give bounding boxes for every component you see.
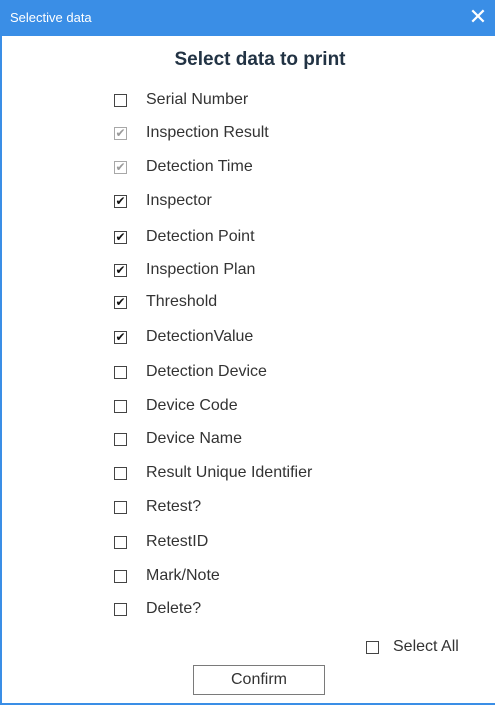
checkbox[interactable]: ✔ xyxy=(114,230,127,244)
checkbox[interactable]: ✔ xyxy=(114,330,127,344)
option-detection-time[interactable]: ✔ Detection Time xyxy=(114,156,253,178)
option-label: Mark/Note xyxy=(146,567,220,584)
close-icon[interactable]: ✕ xyxy=(467,4,489,30)
checkbox[interactable] xyxy=(114,466,127,480)
checkbox[interactable]: ✔ xyxy=(114,263,127,277)
option-label: Threshold xyxy=(146,293,218,310)
option-label: Detection Device xyxy=(146,363,267,380)
option-result-unique-identifier[interactable]: Result Unique Identifier xyxy=(114,462,312,484)
select-all-label: Select All xyxy=(393,638,459,655)
option-inspector[interactable]: ✔ Inspector xyxy=(114,190,212,212)
option-label: Inspection Result xyxy=(146,124,269,141)
option-label: Device Code xyxy=(146,397,238,414)
option-retest[interactable]: Retest? xyxy=(114,496,201,518)
option-label: Retest? xyxy=(146,498,202,515)
option-device-code[interactable]: Device Code xyxy=(114,395,238,417)
select-all-checkbox[interactable] xyxy=(366,640,379,654)
option-detection-device[interactable]: Detection Device xyxy=(114,361,267,383)
option-detection-value[interactable]: ✔ DetectionValue xyxy=(114,326,253,348)
checkbox[interactable] xyxy=(114,569,127,583)
selective-data-dialog: Selective data ✕ Select data to print Se… xyxy=(0,0,495,706)
option-label: Serial Number xyxy=(146,91,249,108)
checkbox[interactable]: ✔ xyxy=(114,126,127,140)
option-inspection-plan[interactable]: ✔ Inspection Plan xyxy=(114,259,255,281)
option-label: Detection Point xyxy=(146,228,255,245)
option-label: Result Unique Identifier xyxy=(146,464,313,481)
checkbox[interactable] xyxy=(114,602,127,616)
option-mark-note[interactable]: Mark/Note xyxy=(114,565,220,587)
option-serial-number[interactable]: Serial Number xyxy=(114,89,248,111)
checkbox[interactable] xyxy=(114,500,127,514)
option-retest-id[interactable]: RetestID xyxy=(114,531,208,553)
confirm-button[interactable]: Confirm xyxy=(193,665,325,695)
dialog-left-border xyxy=(0,36,2,704)
checkbox[interactable]: ✔ xyxy=(114,194,127,208)
option-label: Detection Time xyxy=(146,158,253,175)
option-label: DetectionValue xyxy=(146,328,254,345)
select-all-option[interactable]: Select All xyxy=(366,636,459,658)
checkbox[interactable]: ✔ xyxy=(114,295,127,309)
option-device-name[interactable]: Device Name xyxy=(114,428,242,450)
checkbox[interactable] xyxy=(114,399,127,413)
option-label: Inspection Plan xyxy=(146,261,256,278)
title-bar: Selective data ✕ xyxy=(0,0,495,36)
option-threshold[interactable]: ✔ Threshold xyxy=(114,291,217,313)
dialog-heading: Select data to print xyxy=(174,49,346,70)
dialog-bottom-border xyxy=(0,703,495,705)
option-delete[interactable]: Delete? xyxy=(114,598,201,620)
option-label: RetestID xyxy=(146,533,209,550)
checkbox[interactable] xyxy=(114,365,127,379)
option-inspection-result[interactable]: ✔ Inspection Result xyxy=(114,122,269,144)
checkbox[interactable]: ✔ xyxy=(114,160,127,174)
option-label: Device Name xyxy=(146,430,243,447)
option-detection-point[interactable]: ✔ Detection Point xyxy=(114,226,255,248)
checkbox[interactable] xyxy=(114,432,127,446)
option-label: Delete? xyxy=(146,600,202,617)
option-label: Inspector xyxy=(146,192,212,209)
checkbox[interactable] xyxy=(114,535,127,549)
checkbox[interactable] xyxy=(114,93,127,107)
window-title: Selective data xyxy=(10,10,92,25)
